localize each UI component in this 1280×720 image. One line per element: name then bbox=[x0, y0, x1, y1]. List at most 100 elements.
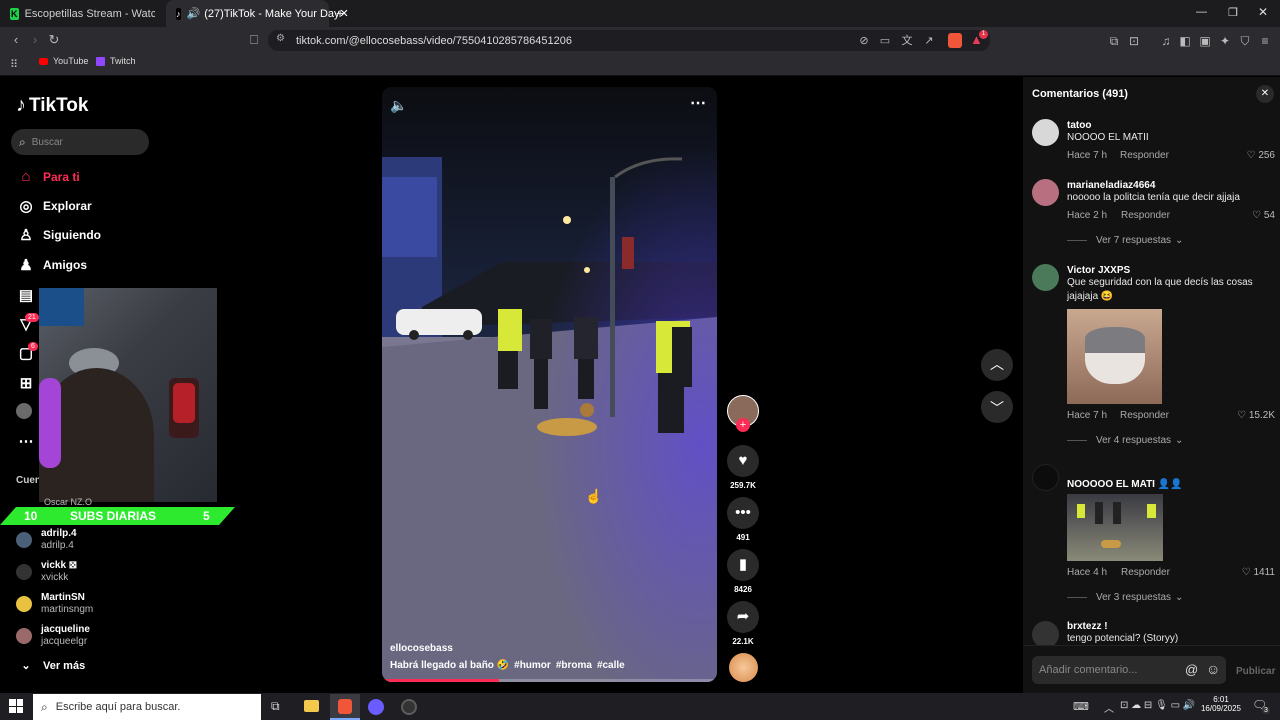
nav-siguiendo[interactable]: ♙ Siguiendo bbox=[16, 226, 101, 244]
save-button[interactable]: ▮ bbox=[727, 549, 759, 581]
kick-icon: K bbox=[10, 7, 19, 20]
avatar bbox=[16, 628, 32, 644]
forward-icon[interactable]: › bbox=[27, 32, 43, 48]
bookmark-icon[interactable]: ⎕ bbox=[246, 32, 262, 48]
account-vickk[interactable]: vickk ⊠ xvickk bbox=[16, 560, 77, 584]
task-view-icon[interactable]: ⧉ bbox=[271, 699, 280, 714]
minimize-icon[interactable]: — bbox=[1196, 6, 1207, 18]
see-more-button[interactable]: ⌄ Ver más bbox=[16, 659, 85, 673]
clock[interactable]: 6:01 16/09/2025 bbox=[1199, 695, 1243, 713]
taskbar-search[interactable]: ⌕ Escribe aquí para buscar. bbox=[33, 694, 261, 720]
tiktok-logo[interactable]: ♪ TikTok bbox=[16, 94, 88, 117]
account-adrilp[interactable]: adrilp.4 adrilp.4 bbox=[16, 528, 77, 552]
comment-input[interactable]: Añadir comentario... @ ☺ bbox=[1032, 656, 1226, 684]
comment-like[interactable]: ♡ 54 bbox=[1215, 210, 1275, 221]
view-replies-button[interactable]: Ver 7 respuestas ⌄ bbox=[1067, 235, 1183, 246]
previous-video-button[interactable]: ︿ bbox=[981, 349, 1013, 381]
thumb-officer bbox=[1077, 504, 1085, 518]
account-jacqueline[interactable]: jacqueline jacqueelgr bbox=[16, 624, 90, 648]
video-progress-bar[interactable] bbox=[382, 679, 717, 682]
comment-avatar[interactable] bbox=[1032, 464, 1059, 491]
site-info-icon[interactable]: ⚙ bbox=[276, 33, 285, 44]
hashtag[interactable]: #broma bbox=[556, 660, 592, 671]
video-caption: Habrá llegado al baño 🤣 #humor #broma #c… bbox=[390, 660, 625, 671]
profile-avatar[interactable] bbox=[16, 403, 32, 419]
bookmark-youtube[interactable]: YouTube bbox=[39, 56, 88, 66]
no-camera-icon[interactable]: ⊘ bbox=[856, 33, 872, 49]
comment: tatoo NOOOO EL MATII bbox=[1067, 120, 1149, 143]
nav-amigos[interactable]: ♟ Amigos bbox=[16, 256, 87, 274]
share-arrow-icon: ➦ bbox=[736, 608, 750, 625]
windows-start-icon[interactable] bbox=[9, 699, 23, 713]
reply-button[interactable]: Responder bbox=[1121, 567, 1170, 578]
comment-avatar[interactable] bbox=[1032, 621, 1059, 645]
comment-avatar[interactable] bbox=[1032, 264, 1059, 291]
reply-button[interactable]: Responder bbox=[1120, 150, 1169, 161]
close-comments-button[interactable]: ✕ bbox=[1256, 85, 1274, 103]
tray-apps-icon[interactable]: ⊡ ☁ ⊟ 🎙 ▭ 🔊 bbox=[1120, 700, 1195, 711]
webcam-sign bbox=[39, 288, 84, 326]
more-options-icon[interactable]: ⋯ bbox=[690, 93, 706, 113]
media-icon[interactable]: ♫ bbox=[1158, 33, 1174, 49]
reload-icon[interactable]: ↻ bbox=[46, 32, 62, 48]
cat-head bbox=[1085, 327, 1145, 353]
back-icon[interactable]: ‹ bbox=[8, 32, 24, 48]
comment-like[interactable]: ♡ 256 bbox=[1215, 150, 1275, 161]
nav-explorar[interactable]: ◎ Explorar bbox=[16, 197, 91, 215]
video-player[interactable]: 🔈 ⋯ ellocosebass Habrá llegado al baño 🤣… bbox=[382, 87, 717, 682]
brave-shield-icon[interactable] bbox=[948, 33, 962, 48]
tab-escopetillas[interactable]: K Escopetillas Stream - Watch Live on I bbox=[0, 0, 165, 27]
restore-icon[interactable]: ❐ bbox=[1228, 6, 1238, 19]
hashtag[interactable]: #humor bbox=[514, 660, 551, 671]
view-replies-button[interactable]: Ver 4 respuestas ⌄ bbox=[1067, 435, 1183, 446]
apps-grid-icon[interactable]: ⠿ bbox=[6, 57, 22, 73]
screenshot-icon[interactable]: ⊡ bbox=[1126, 33, 1142, 49]
share-icon[interactable]: ↗ bbox=[921, 33, 937, 49]
comment-like[interactable]: ♡ 15.2K bbox=[1215, 410, 1275, 421]
discord-icon[interactable] bbox=[368, 699, 384, 715]
mention-icon[interactable]: @ bbox=[1185, 662, 1198, 677]
wallet-icon[interactable]: ▣ bbox=[1197, 33, 1213, 49]
nav-para-ti[interactable]: ⌂ Para ti bbox=[16, 168, 79, 185]
tab-tiktok[interactable]: ♪ 🔊 (27)TikTok - Make Your Day ✕ bbox=[166, 0, 349, 27]
taskbar-brave-button[interactable] bbox=[330, 694, 360, 720]
file-explorer-icon[interactable] bbox=[304, 700, 319, 712]
leo-ai-icon[interactable]: ✦ bbox=[1217, 33, 1233, 49]
volume-icon[interactable]: 🔈 bbox=[390, 97, 407, 114]
view-replies-button[interactable]: Ver 3 respuestas ⌄ bbox=[1067, 592, 1183, 603]
translate-icon[interactable]: 文 bbox=[899, 33, 915, 49]
search-input[interactable]: ⌕ Buscar bbox=[11, 129, 149, 155]
logo-pane bbox=[9, 706, 16, 713]
tray-chevron-icon[interactable]: ︿ bbox=[1104, 700, 1114, 715]
activity-badge: 21 bbox=[25, 313, 39, 322]
keyboard-icon[interactable]: ⌨ bbox=[1073, 700, 1089, 713]
comment-video-thumbnail[interactable] bbox=[1067, 494, 1163, 561]
extensions-icon[interactable]: ⧉ bbox=[1106, 33, 1122, 49]
bookmark-twitch[interactable]: Twitch bbox=[96, 56, 136, 66]
comment-like[interactable]: ♡ 1411 bbox=[1215, 567, 1275, 578]
comment: Victor JXXPS Que seguridad con la que de… bbox=[1067, 265, 1253, 302]
hashtag[interactable]: #calle bbox=[597, 660, 625, 671]
video-author[interactable]: ellocosebass bbox=[390, 643, 453, 654]
account-martinsn[interactable]: MartinSN martinsngm bbox=[16, 592, 93, 616]
music-disc-icon[interactable] bbox=[729, 653, 758, 682]
sidebar-toggle-icon[interactable]: ◧ bbox=[1177, 33, 1193, 49]
reply-button[interactable]: Responder bbox=[1121, 210, 1170, 221]
publish-button[interactable]: Publicar bbox=[1236, 666, 1275, 677]
new-tab-button[interactable]: + bbox=[336, 5, 344, 21]
like-button[interactable]: ♥ bbox=[727, 445, 759, 477]
emoji-icon[interactable]: ☺ bbox=[1206, 661, 1220, 677]
share-button[interactable]: ➦ bbox=[727, 601, 759, 633]
comment-button[interactable]: ••• bbox=[727, 497, 759, 529]
follow-plus-icon[interactable]: + bbox=[736, 418, 750, 432]
close-window-icon[interactable]: ✕ bbox=[1258, 5, 1268, 19]
comment-avatar[interactable] bbox=[1032, 179, 1059, 206]
next-video-button[interactable]: ﹀ bbox=[981, 391, 1013, 423]
cast-icon[interactable]: ▭ bbox=[877, 33, 893, 49]
comment-avatar[interactable] bbox=[1032, 119, 1059, 146]
reply-button[interactable]: Responder bbox=[1120, 410, 1169, 421]
vpn-icon[interactable]: ⛉ bbox=[1237, 33, 1253, 49]
streamer-webcam-overlay bbox=[39, 288, 217, 502]
menu-icon[interactable]: ≡ bbox=[1257, 33, 1273, 49]
obs-icon[interactable] bbox=[401, 699, 417, 715]
